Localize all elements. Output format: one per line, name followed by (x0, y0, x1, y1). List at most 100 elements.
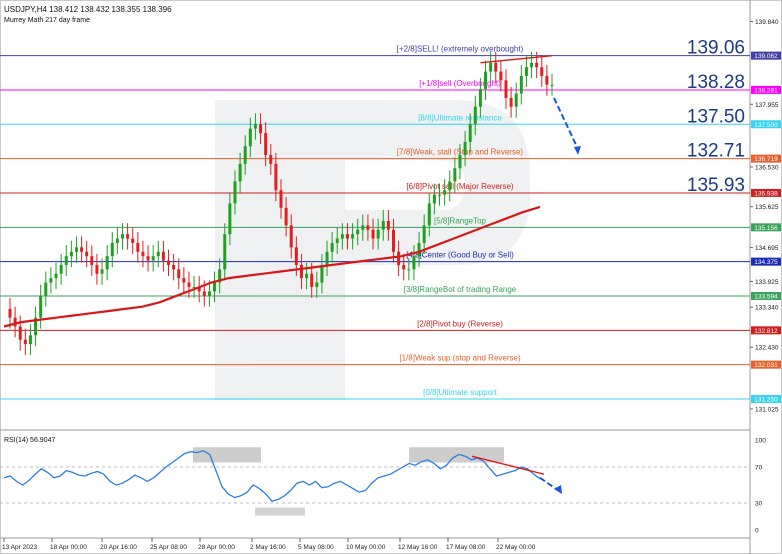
rsi-oversold-zone (255, 507, 305, 516)
candle-body (386, 220, 390, 230)
candle-body (100, 269, 104, 274)
candle-body (366, 225, 370, 230)
candle-body (13, 317, 17, 327)
candle-body (167, 260, 171, 265)
candle-body (49, 278, 53, 283)
time-tick-label: 2 May 16:00 (250, 544, 286, 551)
rsi-label: RSI(14) 56.9047 (4, 437, 55, 444)
candle-body (407, 269, 411, 271)
candle-body (299, 264, 303, 279)
candle-body (110, 242, 114, 257)
candle-body (345, 234, 349, 239)
murrey-label: [1/8]Weak sup (stop and Reverse) (399, 354, 521, 363)
candle-body (305, 273, 309, 279)
candle-body (64, 256, 68, 265)
candle-body (126, 234, 130, 239)
rsi-tick-label: 70 (755, 465, 763, 472)
time-tick-label: 13 Apr 2023 (2, 544, 37, 551)
price-tick-label: 134.695 (755, 245, 779, 252)
candle-body (141, 251, 145, 257)
candle-body (427, 203, 431, 226)
candle-body (172, 264, 176, 270)
candle-body (146, 256, 150, 261)
candle-body (519, 75, 523, 94)
candle-body (361, 225, 365, 230)
candle-body (105, 256, 109, 270)
murrey-label: [0/8]Ultimate support (423, 388, 498, 397)
candle-body (473, 106, 477, 125)
time-tick-label: 12 May 16:00 (398, 544, 438, 551)
candle-body (335, 238, 339, 243)
candle-body (422, 225, 426, 243)
candle-body (213, 282, 217, 292)
murrey-label: [+2/8]SELL! (extremely overbought) (397, 45, 524, 54)
price-tick-label: 136.530 (755, 164, 779, 171)
candle-body (80, 247, 84, 252)
candle-body (90, 256, 94, 265)
candle-body (248, 128, 252, 147)
murrey-label: [+1/8]sell (Overbought) (419, 79, 501, 88)
candle-body (417, 242, 421, 257)
candle-body (223, 234, 227, 270)
price-tick-label: 135.625 (755, 204, 779, 211)
candle-body (279, 190, 283, 208)
time-tick-label: 20 Apr 16:00 (100, 544, 137, 551)
candle-body (8, 308, 12, 318)
indicator-header: Murrey Math 217 day frame (4, 17, 90, 24)
candle-body (294, 247, 298, 265)
candle-body (74, 247, 78, 252)
candle-body (39, 295, 43, 318)
candle-body (18, 326, 22, 340)
rsi-tick-label: 100 (755, 438, 766, 445)
candle-body (59, 264, 63, 274)
candle-body (269, 155, 273, 164)
candle-body (458, 155, 462, 169)
candle-body (432, 194, 436, 204)
price-tick-label: 133.925 (755, 279, 779, 286)
murrey-label: [3/8]RangeBot of trading Range (404, 285, 517, 294)
big-price-label: 135.93 (687, 175, 745, 196)
candle-body (228, 203, 232, 235)
candle-body (448, 181, 452, 191)
candle-body (182, 278, 186, 283)
candle-body (156, 251, 160, 257)
candle-body (330, 242, 334, 252)
candle-body (253, 124, 257, 129)
candle-body (95, 264, 99, 274)
level-price-tag-text: 132.031 (754, 362, 778, 369)
murrey-label: [4/8]Center (Good Buy or Sell) (406, 251, 514, 260)
level-price-tag-text: 137.500 (754, 122, 778, 129)
candle-body (499, 71, 503, 81)
candle-body (494, 62, 498, 72)
candle-body (315, 282, 319, 287)
candle-body (151, 256, 155, 261)
candle-body (550, 84, 554, 86)
candle-body (289, 225, 293, 248)
candle-body (325, 251, 329, 265)
level-price-tag-text: 134.375 (754, 259, 778, 266)
symbol-header: USDJPY,H4 138.412 138.432 138.355 138.39… (4, 5, 172, 14)
level-price-tag-text: 136.719 (754, 156, 778, 163)
candle-body (54, 273, 58, 279)
candle-body (514, 93, 518, 107)
candle-body (131, 238, 135, 243)
big-price-label: 137.50 (687, 106, 745, 127)
candle-body (402, 264, 406, 270)
candle-body (453, 168, 457, 182)
price-tick-label: 131.025 (755, 406, 779, 413)
candle-body (463, 141, 467, 156)
candle-body (238, 163, 242, 182)
candle-body (202, 291, 206, 296)
candle-body (187, 282, 191, 287)
candle-body (136, 242, 140, 252)
candle-body (443, 190, 447, 195)
candle-body (540, 67, 544, 76)
candle-body (397, 251, 401, 265)
candle-body (233, 181, 237, 204)
candle-body (371, 229, 375, 239)
candle-body (120, 234, 124, 239)
candle-body (381, 220, 385, 230)
time-tick-label: 5 May 08:00 (298, 544, 334, 551)
candle-body (351, 234, 355, 239)
time-tick-label: 17 May 08:00 (446, 544, 486, 551)
